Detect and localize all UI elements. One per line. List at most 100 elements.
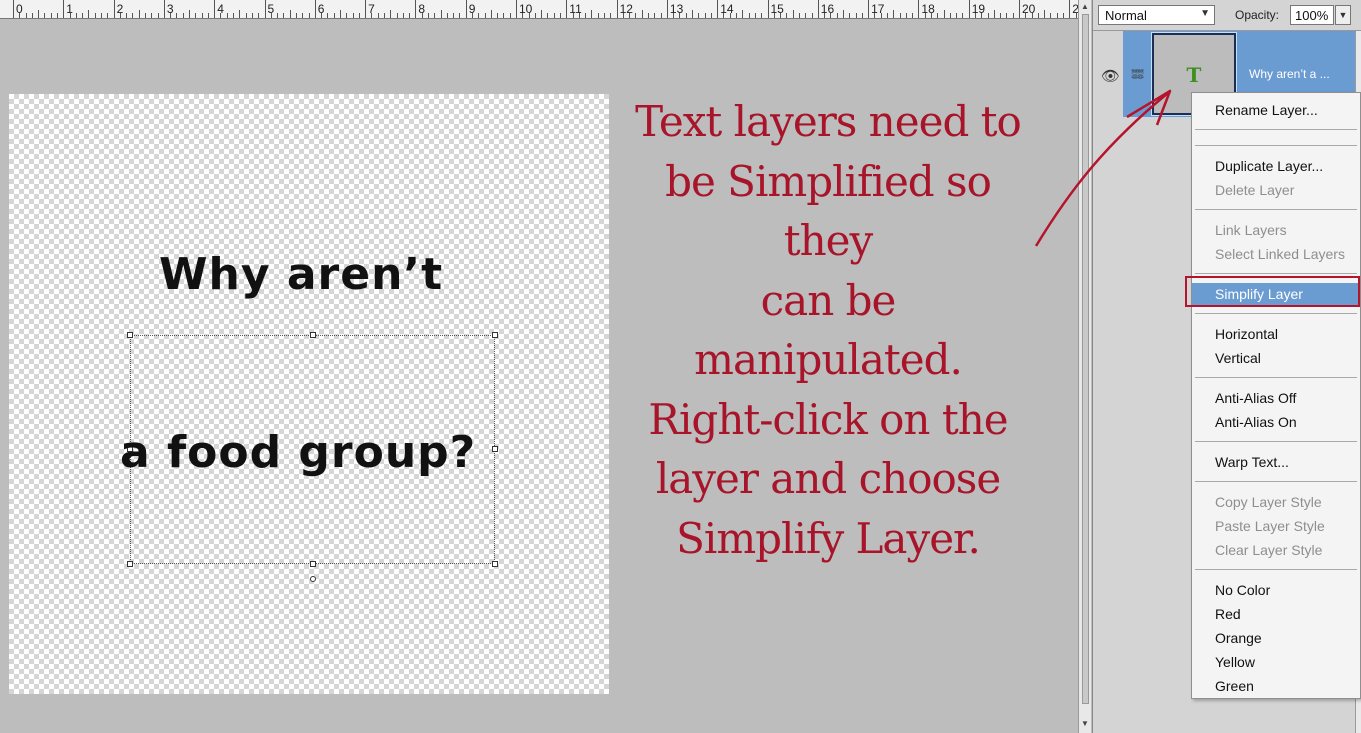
ruler-tick	[264, 0, 266, 18]
menu-item-duplicate-layer[interactable]: Duplicate Layer...	[1192, 155, 1360, 179]
ruler-tick	[1069, 0, 1071, 18]
transform-handle[interactable]	[492, 332, 498, 338]
transform-handle[interactable]	[310, 561, 316, 567]
menu-item-link-layers[interactable]: Link Layers	[1192, 219, 1360, 243]
opacity-input[interactable]: 100%	[1290, 5, 1334, 25]
ruler-tick	[805, 13, 807, 18]
ruler-tick	[924, 13, 926, 18]
canvas-vertical-scrollbar[interactable]: ▲ ▼	[1078, 0, 1091, 733]
ruler-tick	[698, 13, 700, 18]
ruler-tick	[974, 13, 976, 18]
ruler-tick	[830, 13, 832, 18]
blend-mode-select[interactable]: Normal ▼	[1098, 5, 1215, 25]
ruler-tick	[44, 13, 46, 18]
ruler-tick	[226, 13, 228, 18]
ruler-label: 10	[519, 2, 533, 16]
transform-handle[interactable]	[127, 561, 133, 567]
ruler-tick	[38, 10, 40, 18]
ruler-label: 15	[770, 2, 784, 16]
ruler-tick	[572, 13, 574, 18]
ruler-tick	[157, 13, 159, 18]
eye-icon[interactable]: 👁	[1101, 67, 1120, 85]
ruler-tick	[949, 13, 951, 18]
ruler-tick	[899, 13, 901, 18]
ruler-tick	[528, 13, 530, 18]
document-canvas[interactable]: ⌖ Why aren’t a food group?	[9, 94, 609, 694]
ruler-tick	[849, 13, 851, 18]
layer-name[interactable]: Why aren’t a ...	[1249, 67, 1330, 81]
ruler-tick	[333, 13, 335, 18]
menu-item-orange[interactable]: Orange	[1192, 627, 1360, 651]
ruler-tick	[145, 13, 147, 18]
ruler-tick	[987, 13, 989, 18]
ruler-tick	[754, 13, 756, 18]
ruler-tick	[742, 10, 744, 18]
ruler-tick	[547, 13, 549, 18]
link-icon[interactable]: ⛓	[1131, 66, 1145, 81]
menu-item-warp-text[interactable]: Warp Text...	[1192, 451, 1360, 475]
scrollbar-thumb[interactable]	[1082, 14, 1089, 704]
menu-item-green[interactable]: Green	[1192, 675, 1360, 699]
menu-item-vertical[interactable]: Vertical	[1192, 347, 1360, 371]
menu-item-delete-layer[interactable]: Delete Layer	[1192, 179, 1360, 203]
scroll-up-icon[interactable]: ▲	[1081, 2, 1089, 11]
menu-item-yellow[interactable]: Yellow	[1192, 651, 1360, 675]
ruler-tick	[968, 0, 970, 18]
ruler-tick	[553, 13, 555, 18]
ruler-tick	[207, 13, 209, 18]
menu-separator	[1195, 273, 1357, 274]
menu-item-copy-layer-style[interactable]: Copy Layer Style	[1192, 491, 1360, 515]
ruler-tick	[176, 13, 178, 18]
ruler-tick	[503, 13, 505, 18]
rotate-handle[interactable]	[310, 576, 316, 582]
transform-handle[interactable]	[492, 446, 498, 452]
transform-handle[interactable]	[127, 332, 133, 338]
annotation-line: Text layers need to	[635, 97, 1022, 146]
ruler-tick	[729, 13, 731, 18]
annotation-line: can be manipulated.	[694, 275, 963, 385]
ruler-tick	[868, 0, 870, 18]
annotation-line: Simplify Layer.	[676, 513, 981, 563]
ruler-tick	[421, 13, 423, 18]
ruler-tick	[918, 0, 920, 18]
ruler-tick	[94, 13, 96, 18]
ruler-tick	[880, 13, 882, 18]
ruler-tick	[886, 13, 888, 18]
ruler-tick	[182, 13, 184, 18]
menu-item-anti-alias-off[interactable]: Anti-Alias Off	[1192, 387, 1360, 411]
ruler-tick	[88, 10, 90, 18]
menu-item-clear-layer-style[interactable]: Clear Layer Style	[1192, 539, 1360, 563]
menu-item-horizontal[interactable]: Horizontal	[1192, 323, 1360, 347]
ruler-tick	[1031, 13, 1033, 18]
ruler-tick	[119, 13, 121, 18]
opacity-dropdown-icon[interactable]: ▼	[1335, 5, 1351, 25]
ruler-tick	[465, 0, 467, 18]
menu-item-paste-layer-style[interactable]: Paste Layer Style	[1192, 515, 1360, 539]
ruler-tick	[308, 13, 310, 18]
ruler-tick	[258, 13, 260, 18]
ruler-tick	[616, 0, 618, 18]
ruler-tick	[566, 0, 568, 18]
ruler-tick	[50, 13, 52, 18]
ruler-tick	[560, 13, 561, 18]
ruler-tick	[327, 13, 329, 18]
menu-item-anti-alias-on[interactable]: Anti-Alias On	[1192, 411, 1360, 435]
ruler-label: 11	[569, 2, 582, 16]
ruler-tick	[937, 13, 939, 18]
menu-separator	[1195, 129, 1357, 130]
ruler-tick	[817, 0, 819, 18]
transform-handle[interactable]	[310, 332, 316, 338]
ruler-tick	[748, 13, 750, 18]
ruler-tick	[798, 13, 800, 18]
menu-item-red[interactable]: Red	[1192, 603, 1360, 627]
ruler-tick	[497, 13, 499, 18]
transform-handle[interactable]	[492, 561, 498, 567]
menu-item-select-linked-layers[interactable]: Select Linked Layers	[1192, 243, 1360, 267]
menu-item-no-color[interactable]: No Color	[1192, 579, 1360, 603]
ruler-tick	[685, 13, 687, 18]
annotation-text: Text layers need to be Simplified so the…	[622, 92, 1034, 568]
ruler-tick	[239, 10, 241, 18]
scroll-down-icon[interactable]: ▼	[1081, 719, 1089, 728]
menu-item-rename-layer[interactable]: Rename Layer...	[1192, 99, 1360, 123]
ruler-tick	[220, 13, 222, 18]
